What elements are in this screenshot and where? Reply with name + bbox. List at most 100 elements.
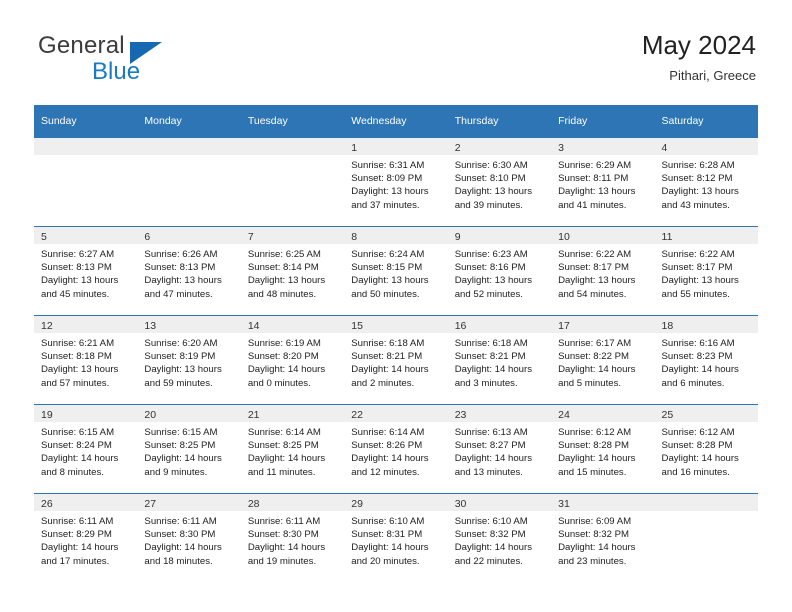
- daylight-text: Daylight: 14 hours and 12 minutes.: [351, 453, 429, 478]
- calendar-day-cell[interactable]: 11 Sunrise: 6:22 AM Sunset: 8:17 PM Dayligh…: [654, 226, 758, 316]
- day-cell-content: [240, 138, 345, 226]
- day-number: 13: [144, 320, 157, 332]
- day-number-band: 31: [551, 494, 655, 511]
- day-cell-content: 3 Sunrise: 6:29 AM Sunset: 8:11 PM Daylight…: [551, 138, 655, 226]
- day-number: 31: [558, 498, 570, 510]
- calendar-day-cell[interactable]: 8 Sunrise: 6:24 AM Sunset: 8:15 PM Daylight…: [344, 226, 448, 316]
- calendar-day-cell[interactable]: 17 Sunrise: 6:17 AM Sunset: 8:22 PM Dayligh…: [551, 315, 655, 405]
- day-number: 21: [247, 409, 260, 421]
- sunset-text: Sunset: 8:15 PM: [351, 262, 423, 274]
- day-cell-content: 12 Sunrise: 6:21 AM Sunset: 8:18 PM Dayligh…: [34, 316, 138, 404]
- sunset-text: Sunset: 8:21 PM: [351, 351, 423, 363]
- day-number: 23: [454, 409, 467, 421]
- sunrise-text: Sunrise: 6:20 AM: [144, 338, 218, 349]
- day-number-band: 27: [137, 494, 241, 511]
- day-number: 12: [41, 320, 53, 332]
- calendar-week-row: 19 Sunrise: 6:15 AM Sunset: 8:24 PM Dayligh…: [34, 404, 758, 494]
- day-cell-content: 31 Sunrise: 6:09 AM Sunset: 8:32 PM Dayligh…: [551, 494, 655, 582]
- day-cell-content: 15 Sunrise: 6:18 AM Sunset: 8:21 PM Dayligh…: [344, 316, 448, 404]
- calendar-day-cell[interactable]: 10 Sunrise: 6:22 AM Sunset: 8:17 PM Dayligh…: [551, 226, 655, 316]
- brand-logo[interactable]: General Blue: [34, 32, 284, 92]
- calendar-day-cell[interactable]: 29 Sunrise: 6:10 AM Sunset: 8:31 PM Dayligh…: [344, 493, 448, 582]
- sunset-text: Sunset: 8:18 PM: [41, 351, 112, 363]
- calendar-week-row: 12 Sunrise: 6:21 AM Sunset: 8:18 PM Dayligh…: [34, 315, 758, 405]
- sunset-text: Sunset: 8:27 PM: [454, 440, 526, 452]
- calendar-day-cell[interactable]: 7 Sunrise: 6:25 AM Sunset: 8:14 PM Daylight…: [240, 226, 345, 316]
- day-cell-content: 9 Sunrise: 6:23 AM Sunset: 8:16 PM Daylight…: [447, 227, 552, 315]
- calendar-day-cell[interactable]: 4 Sunrise: 6:28 AM Sunset: 8:12 PM Daylight…: [654, 137, 758, 227]
- calendar-day-cell[interactable]: 28 Sunrise: 6:11 AM Sunset: 8:30 PM Dayligh…: [240, 493, 345, 582]
- calendar-day-cell[interactable]: 2 Sunrise: 6:30 AM Sunset: 8:10 PM Daylight…: [447, 137, 552, 227]
- calendar-day-cell[interactable]: 22 Sunrise: 6:14 AM Sunset: 8:26 PM Dayligh…: [344, 404, 448, 494]
- day-cell-content: [137, 138, 241, 226]
- calendar-day-cell[interactable]: 23 Sunrise: 6:13 AM Sunset: 8:27 PM Dayligh…: [447, 404, 552, 494]
- day-number: 17: [558, 320, 570, 332]
- day-cell-content: 11 Sunrise: 6:22 AM Sunset: 8:17 PM Dayligh…: [654, 227, 758, 315]
- calendar-day-cell[interactable]: 24 Sunrise: 6:12 AM Sunset: 8:28 PM Dayligh…: [551, 404, 655, 494]
- daylight-text: Daylight: 14 hours and 19 minutes.: [247, 542, 326, 567]
- day-details: Sunrise: 6:24 AM Sunset: 8:15 PM Daylight:…: [344, 244, 447, 301]
- day-details: Sunrise: 6:22 AM Sunset: 8:17 PM Daylight:…: [551, 244, 654, 301]
- title-block: May 2024 Pithari, Greece: [642, 28, 756, 86]
- day-details: Sunrise: 6:09 AM Sunset: 8:32 PM Daylight:…: [551, 511, 654, 568]
- calendar-day-cell[interactable]: 12 Sunrise: 6:21 AM Sunset: 8:18 PM Dayligh…: [34, 315, 138, 405]
- day-number: 3: [558, 142, 564, 154]
- sunset-text: Sunset: 8:13 PM: [41, 262, 112, 274]
- daylight-text: Daylight: 14 hours and 15 minutes.: [558, 453, 636, 478]
- weekday-header-saturday: Saturday: [654, 105, 758, 138]
- sunrise-text: Sunrise: 6:13 AM: [454, 427, 528, 438]
- day-number-band: 28: [240, 494, 345, 511]
- sunrise-text: Sunrise: 6:27 AM: [41, 249, 115, 260]
- calendar-day-cell[interactable]: 14 Sunrise: 6:19 AM Sunset: 8:20 PM Dayligh…: [240, 315, 345, 405]
- calendar-day-cell[interactable]: 1 Sunrise: 6:31 AM Sunset: 8:09 PM Daylight…: [344, 137, 448, 227]
- calendar-day-cell[interactable]: 13 Sunrise: 6:20 AM Sunset: 8:19 PM Dayligh…: [137, 315, 241, 405]
- calendar-day-cell[interactable]: 21 Sunrise: 6:14 AM Sunset: 8:25 PM Dayligh…: [240, 404, 345, 494]
- sunset-text: Sunset: 8:20 PM: [247, 351, 319, 363]
- day-cell-content: 1 Sunrise: 6:31 AM Sunset: 8:09 PM Daylight…: [344, 138, 448, 226]
- sunrise-text: Sunrise: 6:22 AM: [661, 249, 735, 260]
- calendar-day-cell[interactable]: 15 Sunrise: 6:18 AM Sunset: 8:21 PM Dayligh…: [344, 315, 448, 405]
- day-cell-content: 13 Sunrise: 6:20 AM Sunset: 8:19 PM Dayligh…: [137, 316, 241, 404]
- calendar-day-cell[interactable]: 20 Sunrise: 6:15 AM Sunset: 8:25 PM Dayligh…: [137, 404, 241, 494]
- daylight-text: Daylight: 14 hours and 13 minutes.: [454, 453, 533, 478]
- sunset-text: Sunset: 8:17 PM: [558, 262, 630, 274]
- calendar-day-cell[interactable]: 19 Sunrise: 6:15 AM Sunset: 8:24 PM Dayligh…: [34, 404, 138, 494]
- day-details: Sunrise: 6:19 AM Sunset: 8:20 PM Daylight:…: [241, 333, 344, 390]
- day-details: Sunrise: 6:11 AM Sunset: 8:29 PM Daylight:…: [34, 511, 137, 568]
- day-number: 5: [41, 231, 47, 243]
- sunrise-text: Sunrise: 6:11 AM: [247, 516, 321, 527]
- calendar-day-cell[interactable]: 30 Sunrise: 6:10 AM Sunset: 8:32 PM Dayligh…: [447, 493, 552, 582]
- calendar-day-cell[interactable]: 25 Sunrise: 6:12 AM Sunset: 8:28 PM Dayligh…: [654, 404, 758, 494]
- weekday-header-monday: Monday: [137, 105, 241, 138]
- day-details: Sunrise: 6:25 AM Sunset: 8:14 PM Daylight:…: [241, 244, 344, 301]
- daylight-text: Daylight: 13 hours and 39 minutes.: [454, 186, 533, 211]
- sunset-text: Sunset: 8:21 PM: [454, 351, 526, 363]
- day-number-band: 20: [137, 405, 241, 422]
- calendar-empty-cell: [240, 137, 345, 227]
- calendar-day-cell[interactable]: 3 Sunrise: 6:29 AM Sunset: 8:11 PM Daylight…: [551, 137, 655, 227]
- sunrise-text: Sunrise: 6:14 AM: [351, 427, 425, 438]
- calendar-day-cell[interactable]: 26 Sunrise: 6:11 AM Sunset: 8:29 PM Dayligh…: [34, 493, 138, 582]
- day-number: 1: [351, 142, 358, 154]
- calendar-day-cell[interactable]: 27 Sunrise: 6:11 AM Sunset: 8:30 PM Dayligh…: [137, 493, 241, 582]
- day-cell-content: 8 Sunrise: 6:24 AM Sunset: 8:15 PM Daylight…: [344, 227, 448, 315]
- day-cell-content: [654, 494, 758, 582]
- calendar-day-cell[interactable]: 16 Sunrise: 6:18 AM Sunset: 8:21 PM Dayligh…: [447, 315, 552, 405]
- daylight-text: Daylight: 13 hours and 54 minutes.: [558, 275, 636, 300]
- calendar-day-cell[interactable]: 31 Sunrise: 6:09 AM Sunset: 8:32 PM Dayligh…: [551, 493, 655, 582]
- day-number-band: 15: [344, 316, 448, 333]
- day-details: Sunrise: 6:12 AM Sunset: 8:28 PM Daylight:…: [551, 422, 654, 479]
- calendar-day-cell[interactable]: 9 Sunrise: 6:23 AM Sunset: 8:16 PM Daylight…: [447, 226, 552, 316]
- day-number-band: 2: [447, 138, 552, 155]
- weekday-header-sunday: Sunday: [34, 105, 138, 138]
- calendar-day-cell[interactable]: 18 Sunrise: 6:16 AM Sunset: 8:23 PM Dayligh…: [654, 315, 758, 405]
- daylight-text: Daylight: 14 hours and 20 minutes.: [351, 542, 429, 567]
- day-number-band: [240, 138, 345, 155]
- sunrise-text: Sunrise: 6:11 AM: [41, 516, 114, 527]
- day-number: 19: [41, 409, 53, 421]
- day-details: Sunrise: 6:31 AM Sunset: 8:09 PM Daylight:…: [344, 155, 447, 212]
- calendar-day-cell[interactable]: 5 Sunrise: 6:27 AM Sunset: 8:13 PM Daylight…: [34, 226, 138, 316]
- calendar-day-cell[interactable]: 6 Sunrise: 6:26 AM Sunset: 8:13 PM Daylight…: [137, 226, 241, 316]
- day-details: Sunrise: 6:16 AM Sunset: 8:23 PM Daylight:…: [655, 333, 758, 390]
- sunrise-text: Sunrise: 6:26 AM: [144, 249, 218, 260]
